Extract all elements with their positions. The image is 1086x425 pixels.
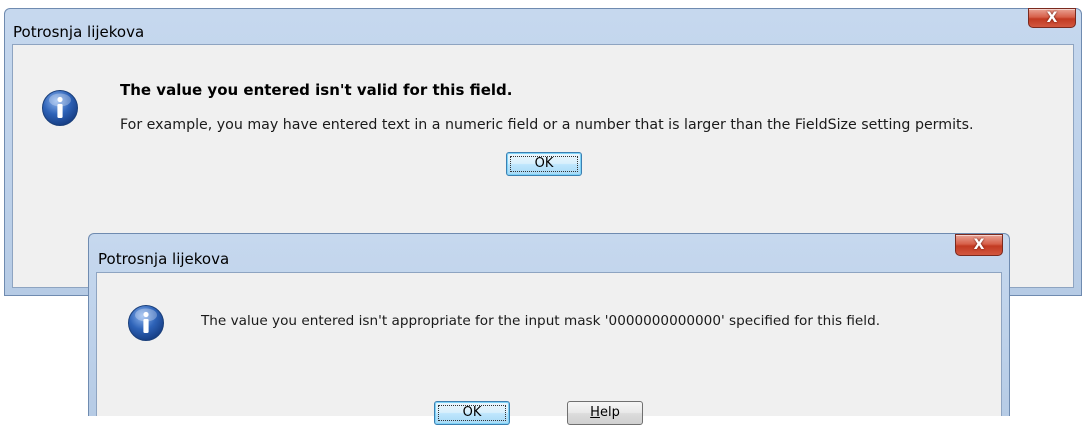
ok-button[interactable]: OK (434, 401, 510, 425)
error-message: For example, you may have entered text i… (120, 117, 974, 133)
dialog-title: Potrosnja lijekova (98, 250, 230, 268)
error-dialog-2: Potrosnja lijekova X The value you enter… (88, 233, 1010, 425)
dialog-title: Potrosnja lijekova (13, 23, 145, 41)
help-button-mnemonic: H (590, 405, 600, 420)
info-icon (42, 90, 78, 126)
dialog-body: The value you entered isn't appropriate … (96, 272, 1002, 425)
help-button[interactable]: Help (567, 401, 643, 425)
title-bar[interactable]: Potrosnja lijekova (89, 234, 1009, 276)
close-button[interactable]: X (1028, 8, 1076, 28)
info-icon (128, 305, 164, 341)
close-button[interactable]: X (955, 234, 1003, 256)
ok-button[interactable]: OK (506, 152, 582, 176)
help-button-label: elp (599, 405, 620, 420)
error-message: The value you entered isn't appropriate … (201, 313, 881, 329)
error-heading: The value you entered isn't valid for th… (120, 81, 513, 99)
